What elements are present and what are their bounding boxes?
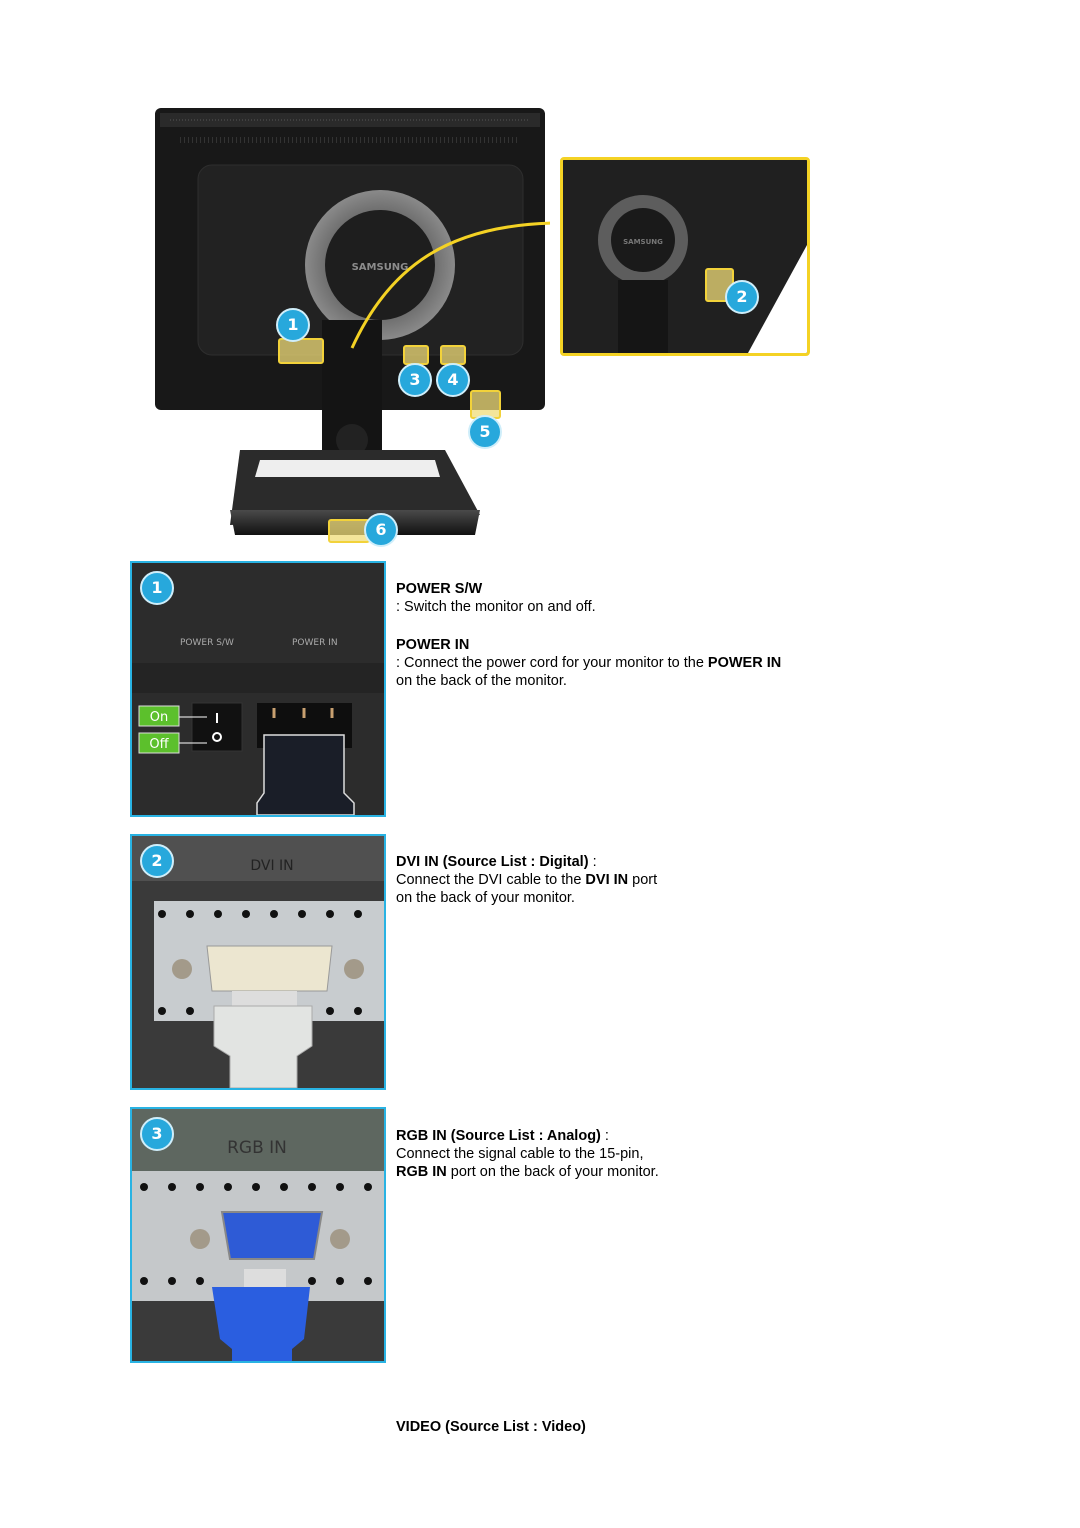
power-port-highlight xyxy=(278,338,324,364)
callout-badge-6: 6 xyxy=(364,513,398,547)
power-in-block: POWER IN : Connect the power cord for yo… xyxy=(396,636,781,690)
callout-badge-1: 1 xyxy=(276,308,310,342)
dvi-desc-suffix: port xyxy=(628,872,658,888)
rgb-in-description-line2: RGB IN port on the back of your monitor. xyxy=(396,1163,659,1181)
photo-label-rgb-in: RGB IN xyxy=(227,1138,287,1158)
photo-label-power-in: POWER IN xyxy=(292,638,338,648)
inset-brand-logo: SAMSUNG xyxy=(623,238,663,246)
rgb-in-title: RGB IN (Source List : Analog) xyxy=(396,1128,601,1144)
video-heading: VIDEO (Source List : Video) xyxy=(396,1419,586,1435)
inset-zoom-photo: SAMSUNG 2 xyxy=(560,157,810,356)
rgb-port-highlight xyxy=(440,345,466,365)
section-badge-2: 2 xyxy=(140,844,174,878)
dvi-in-block: DVI IN (Source List : Digital) : Connect… xyxy=(396,853,657,907)
brand-logo: SAMSUNG xyxy=(352,262,409,273)
section-badge-1: 1 xyxy=(140,571,174,605)
inset-illustration: SAMSUNG xyxy=(563,160,807,353)
power-in-desc-text: : Connect the power cord for your monito… xyxy=(396,655,708,671)
power-in-heading: POWER IN xyxy=(396,637,470,653)
dvi-in-title: DVI IN (Source List : Digital) xyxy=(396,854,589,870)
rgb-in-title-suffix: : xyxy=(600,1128,609,1144)
dvi-detail-photo: DVI IN 2 xyxy=(130,834,386,1090)
dvi-port-illustration: DVI IN xyxy=(132,836,384,1088)
callout-badge-4: 4 xyxy=(436,363,470,397)
dvi-port-highlight xyxy=(403,345,429,365)
monitor-rear-illustration: SAMSUNG xyxy=(155,108,556,535)
power-sw-block: POWER S/W : Switch the monitor on and of… xyxy=(396,580,596,616)
rgb-desc-suffix: port on the back of your monitor. xyxy=(446,1164,659,1180)
power-in-description: : Connect the power cord for your monito… xyxy=(396,654,781,672)
off-label: Off xyxy=(149,737,169,752)
power-sw-description: : Switch the monitor on and off. xyxy=(396,599,596,615)
on-label: On xyxy=(150,710,168,725)
dvi-in-title-suffix: : xyxy=(588,854,597,870)
dvi-in-description-line2: on the back of your monitor. xyxy=(396,890,575,906)
photo-label-power-sw: POWER S/W xyxy=(180,638,234,648)
power-port-illustration: POWER S/W POWER IN On Off xyxy=(132,563,384,815)
power-sw-heading: POWER S/W xyxy=(396,581,483,597)
dvi-in-description: Connect the DVI cable to the DVI IN port xyxy=(396,871,657,889)
dvi-desc-bold: DVI IN xyxy=(585,872,629,888)
section-badge-3: 3 xyxy=(140,1117,174,1151)
video-block: VIDEO (Source List : Video) xyxy=(396,1418,586,1436)
dvi-in-heading: DVI IN (Source List : Digital) : xyxy=(396,853,657,871)
callout-badge-3: 3 xyxy=(398,363,432,397)
rgb-in-block: RGB IN (Source List : Analog) : Connect … xyxy=(396,1127,659,1181)
callout-badge-5: 5 xyxy=(468,415,502,449)
callout-badge-2: 2 xyxy=(725,280,759,314)
rgb-detail-photo: RGB IN 3 xyxy=(130,1107,386,1363)
monitor-rear-photo: SAMSUNG 1 3 4 5 6 xyxy=(150,105,556,550)
photo-label-dvi-in: DVI IN xyxy=(250,858,293,874)
rgb-port-illustration: RGB IN xyxy=(132,1109,384,1361)
rgb-desc-bold: RGB IN xyxy=(396,1164,447,1180)
power-in-desc-bold: POWER IN xyxy=(707,655,782,671)
power-detail-photo: POWER S/W POWER IN On Off 1 xyxy=(130,561,386,817)
rgb-in-heading: RGB IN (Source List : Analog) : xyxy=(396,1127,659,1145)
rgb-in-description: Connect the signal cable to the 15-pin, xyxy=(396,1146,644,1162)
dvi-desc-text: Connect the DVI cable to the xyxy=(396,872,586,888)
power-in-description-line2: on the back of the monitor. xyxy=(396,673,567,689)
